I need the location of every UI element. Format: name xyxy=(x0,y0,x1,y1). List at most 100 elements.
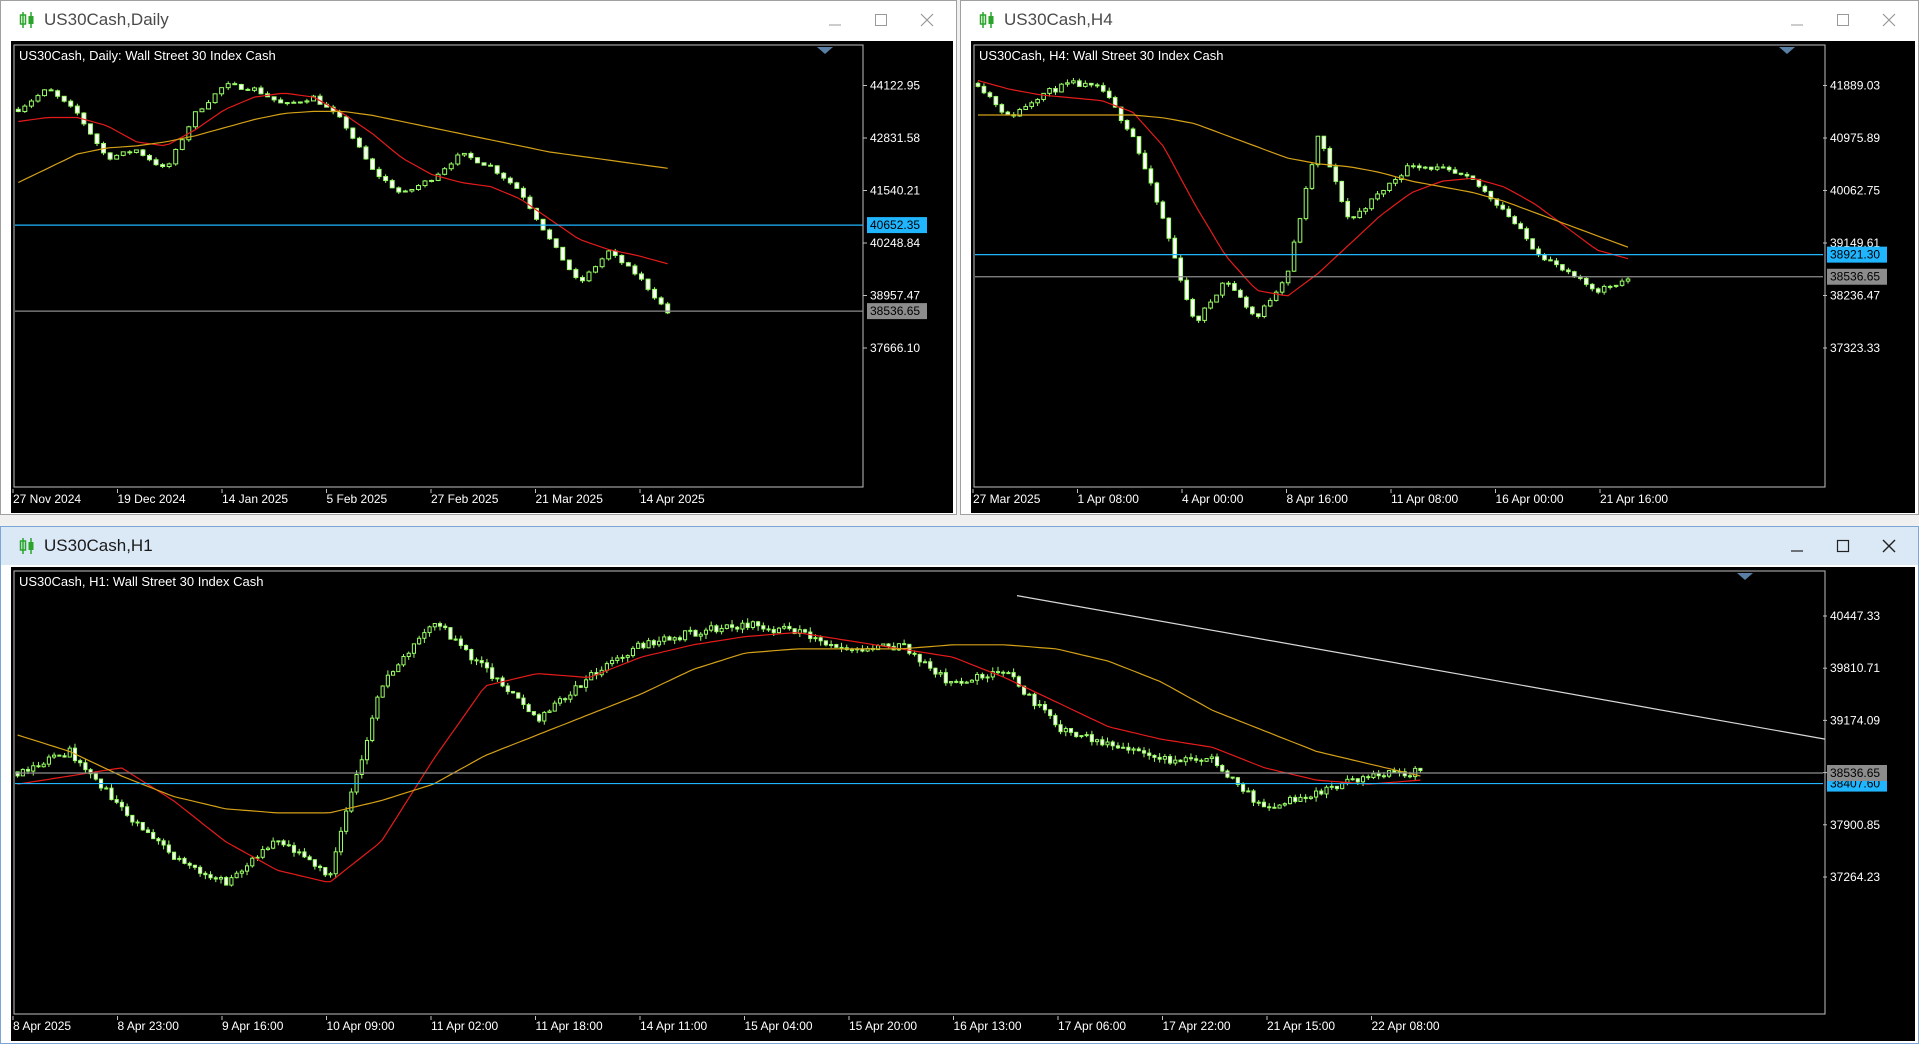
price-chart[interactable]: US30Cash, H1: Wall Street 30 Index Cash … xyxy=(11,567,1915,1041)
one-click-trading-toggle[interactable] xyxy=(817,47,833,54)
candle-bull xyxy=(218,876,224,880)
candle-bear xyxy=(1452,169,1458,174)
candle-bull xyxy=(1047,88,1052,94)
chart-canvas[interactable]: US30Cash, Daily: Wall Street 30 Index Ca… xyxy=(11,41,953,513)
candle-bull xyxy=(442,168,448,175)
minimize-button[interactable] xyxy=(812,1,858,39)
candle-bear xyxy=(1226,282,1231,285)
candle-bear xyxy=(468,152,474,159)
candle-bull xyxy=(133,149,139,153)
candle-bear xyxy=(1152,754,1157,758)
candle-bear xyxy=(479,660,484,664)
candle-bull xyxy=(1324,786,1329,795)
moving-average-slow xyxy=(978,114,1629,248)
candle-bear xyxy=(766,628,771,631)
chart-window-h4[interactable]: US30Cash,H4 US30Cash, H4: Wall Street 30… xyxy=(960,0,1919,515)
candle-bear xyxy=(36,765,41,768)
candle-bull xyxy=(225,83,231,89)
candle-bull xyxy=(646,640,651,649)
window-titlebar[interactable]: US30Cash,H1 xyxy=(1,527,1918,565)
candle-bull xyxy=(1282,803,1287,806)
candle-bear xyxy=(917,653,922,663)
candle-bull xyxy=(1309,164,1315,189)
chart-window-daily[interactable]: US30Cash,Daily US30Cash, Daily: Wall Str… xyxy=(0,0,957,515)
candle-bear xyxy=(1244,296,1249,308)
candle-bull xyxy=(606,250,612,260)
minimize-icon xyxy=(1791,24,1803,26)
candle-bear xyxy=(980,673,985,679)
price-chart[interactable]: US30Cash, H4: Wall Street 30 Index Cash … xyxy=(971,41,1915,513)
chart-window-h1[interactable]: US30Cash,H1 US30Cash, H1: Wall Street 30… xyxy=(0,526,1919,1044)
candle-bear xyxy=(505,685,510,693)
candle-bear xyxy=(1548,259,1553,262)
maximize-button[interactable] xyxy=(1820,527,1866,565)
candle-bull xyxy=(542,711,547,722)
candle-bear xyxy=(1089,734,1094,743)
maximize-button[interactable] xyxy=(858,1,904,39)
candle-bull xyxy=(359,759,364,776)
candle-bear xyxy=(1168,756,1173,764)
candle-bull xyxy=(615,657,620,661)
trendline[interactable] xyxy=(1016,595,1826,740)
candle-bear xyxy=(481,162,487,166)
price-axis-label: 38957.47 xyxy=(870,289,920,303)
price-axis-label: 40975.89 xyxy=(1830,131,1880,145)
one-click-trading-toggle[interactable] xyxy=(1737,573,1753,580)
candle-bear xyxy=(1110,741,1115,747)
price-axis-label: 42831.58 xyxy=(870,131,920,145)
candle-bear xyxy=(1157,756,1162,760)
candle-bear xyxy=(166,844,171,853)
candle-bear xyxy=(787,625,792,630)
window-titlebar[interactable]: US30Cash,Daily xyxy=(1,1,956,39)
candle-bear xyxy=(1267,806,1272,809)
minimize-button[interactable] xyxy=(1774,1,1820,39)
candle-bull xyxy=(1214,294,1219,303)
candle-bull xyxy=(239,870,244,874)
candle-bull xyxy=(455,154,461,165)
chart-canvas[interactable]: US30Cash, H4: Wall Street 30 Index Cash … xyxy=(971,41,1915,513)
candle-bull xyxy=(683,630,688,641)
candle-bear xyxy=(140,149,146,156)
candle-bear xyxy=(140,821,145,831)
close-button[interactable] xyxy=(904,1,950,39)
candle-bull xyxy=(1071,80,1076,84)
maximize-button[interactable] xyxy=(1820,1,1866,39)
candle-bull xyxy=(284,102,290,105)
candle-bear xyxy=(1376,773,1381,777)
candle-bear xyxy=(553,238,559,248)
candle-bull xyxy=(1173,759,1178,764)
candle-bear xyxy=(1126,746,1131,751)
candle-bear xyxy=(1001,671,1006,674)
candlestick-chart-icon xyxy=(19,12,34,28)
time-axis-label: 27 Feb 2025 xyxy=(431,492,499,506)
time-axis-label: 8 Apr 16:00 xyxy=(1287,492,1349,506)
candle-bull xyxy=(969,679,974,683)
candle-bull xyxy=(1393,179,1398,184)
window-titlebar[interactable]: US30Cash,H4 xyxy=(961,1,1918,39)
candle-bull xyxy=(417,637,422,645)
candle-bear xyxy=(563,698,568,701)
candle-bear xyxy=(902,643,907,646)
candle-bull xyxy=(636,642,641,649)
candle-bull xyxy=(1023,106,1028,111)
one-click-trading-toggle[interactable] xyxy=(1779,47,1795,54)
candle-bull xyxy=(1261,305,1267,318)
candle-bull xyxy=(593,266,599,273)
candle-bear xyxy=(1500,204,1506,210)
candle-bull xyxy=(964,681,969,684)
candle-bull xyxy=(406,652,411,657)
close-button[interactable] xyxy=(1866,1,1912,39)
candle-bear xyxy=(350,127,356,139)
price-chart[interactable]: US30Cash, Daily: Wall Street 30 Index Ca… xyxy=(11,41,953,513)
candle-bear xyxy=(1160,201,1166,219)
candle-bull xyxy=(1029,102,1034,108)
close-button[interactable] xyxy=(1866,527,1912,565)
candle-bull xyxy=(1287,796,1293,805)
minimize-button[interactable] xyxy=(1774,527,1820,565)
candle-bull xyxy=(1303,187,1309,220)
candle-bull xyxy=(304,100,310,103)
close-icon xyxy=(1882,539,1896,553)
candle-bear xyxy=(1272,806,1277,809)
bid-line-price-label: 38536.65 xyxy=(1830,270,1880,284)
chart-canvas[interactable]: US30Cash, H1: Wall Street 30 Index Cash … xyxy=(11,567,1915,1041)
